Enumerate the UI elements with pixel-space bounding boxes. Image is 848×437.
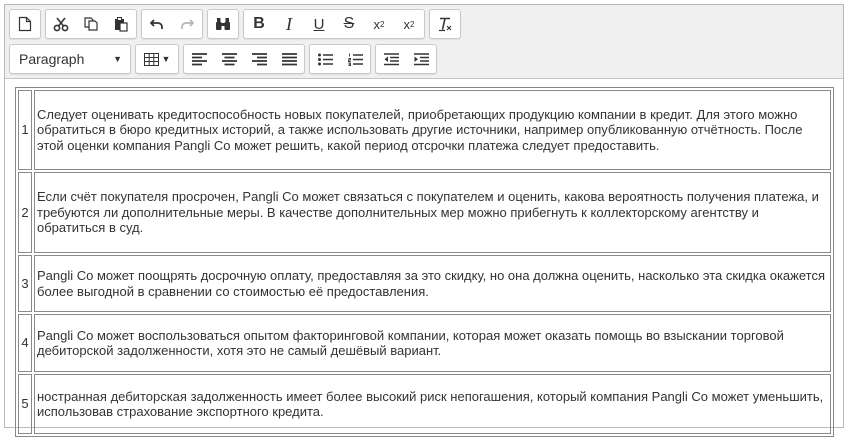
table-row: 4 Pangli Co может воспользоваться опытом… xyxy=(18,314,831,372)
document-group xyxy=(9,9,41,39)
row-text[interactable]: Pangli Co может воспользоваться опытом ф… xyxy=(34,314,831,372)
superscript-mark: 2 xyxy=(410,19,415,29)
table-row: 5 ностранная дебиторская задолженность и… xyxy=(18,374,831,434)
block-format-group: Paragraph ▼ xyxy=(9,44,131,74)
table-group: ▼ xyxy=(135,44,179,74)
italic-button[interactable]: I xyxy=(274,10,304,38)
block-format-value: Paragraph xyxy=(19,51,85,67)
block-format-select[interactable]: Paragraph ▼ xyxy=(10,45,130,73)
bold-button[interactable]: B xyxy=(244,10,274,38)
align-justify-icon[interactable] xyxy=(274,45,304,73)
row-number: 3 xyxy=(18,255,32,312)
editor-content-area[interactable]: 1 Следует оценивать кредитоспособность н… xyxy=(15,87,835,437)
table-row: 3 Pangli Co может поощрять досрочную опл… xyxy=(18,255,831,312)
list-group xyxy=(309,44,371,74)
subscript-mark: 2 xyxy=(380,19,385,29)
redo-icon[interactable] xyxy=(172,10,202,38)
indent-icon[interactable] xyxy=(406,45,436,73)
row-number: 1 xyxy=(18,90,32,170)
table-row: 1 Следует оценивать кредитоспособность н… xyxy=(18,90,831,170)
bullet-list-icon[interactable] xyxy=(310,45,340,73)
history-group xyxy=(141,9,203,39)
row-text[interactable]: Следует оценивать кредитоспособность нов… xyxy=(34,90,831,170)
outdent-icon[interactable] xyxy=(376,45,406,73)
clear-formatting-icon[interactable] xyxy=(430,10,460,38)
align-right-icon[interactable] xyxy=(244,45,274,73)
text-format-group: B I U S x2 x2 xyxy=(243,9,425,39)
table-icon xyxy=(143,52,159,66)
toolbar-row-1: B I U S x2 x2 xyxy=(9,9,461,39)
strikethrough-button[interactable]: S xyxy=(334,10,364,38)
rich-text-editor: B I U S x2 x2 Paragraph ▼ ▼ 1 Следует оц… xyxy=(4,4,844,437)
cut-icon[interactable] xyxy=(46,10,76,38)
row-text[interactable]: Если счёт покупателя просрочен, Pangli C… xyxy=(34,172,831,253)
copy-icon[interactable] xyxy=(76,10,106,38)
alignment-group xyxy=(183,44,305,74)
align-center-icon[interactable] xyxy=(214,45,244,73)
row-number: 4 xyxy=(18,314,32,372)
editor-toolbar: B I U S x2 x2 Paragraph ▼ ▼ xyxy=(5,5,843,79)
chevron-down-icon: ▼ xyxy=(113,54,122,64)
new-document-icon[interactable] xyxy=(10,10,40,38)
paste-icon[interactable] xyxy=(106,10,136,38)
numbered-list-icon[interactable] xyxy=(340,45,370,73)
subscript-button[interactable]: x2 xyxy=(364,10,394,38)
find-binoculars-icon[interactable] xyxy=(208,10,238,38)
row-text[interactable]: ностранная дебиторская задолженность име… xyxy=(34,374,831,434)
underline-button[interactable]: U xyxy=(304,10,334,38)
search-group xyxy=(207,9,239,39)
indent-group xyxy=(375,44,437,74)
row-number: 2 xyxy=(18,172,32,253)
toolbar-row-2: Paragraph ▼ ▼ xyxy=(9,44,437,74)
clipboard-group xyxy=(45,9,137,39)
table-row: 2 Если счёт покупателя просрочен, Pangli… xyxy=(18,172,831,253)
clear-format-group xyxy=(429,9,461,39)
chevron-down-icon: ▼ xyxy=(161,54,171,64)
row-text[interactable]: Pangli Co может поощрять досрочную оплат… xyxy=(34,255,831,312)
superscript-button[interactable]: x2 xyxy=(394,10,424,38)
undo-icon[interactable] xyxy=(142,10,172,38)
table-button[interactable]: ▼ xyxy=(136,45,178,73)
align-left-icon[interactable] xyxy=(184,45,214,73)
row-number: 5 xyxy=(18,374,32,434)
content-table[interactable]: 1 Следует оценивать кредитоспособность н… xyxy=(15,87,834,437)
